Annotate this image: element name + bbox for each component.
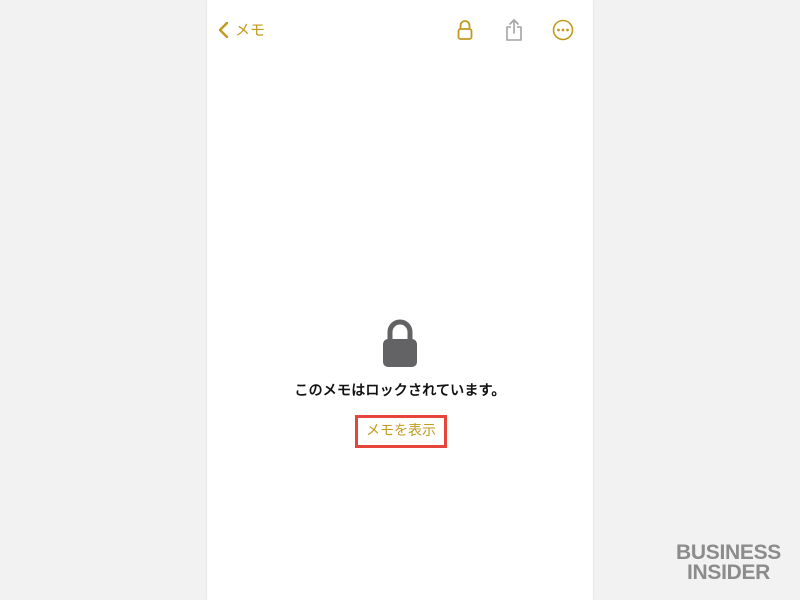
back-button-label: メモ <box>235 21 266 39</box>
share-icon <box>505 18 523 42</box>
lock-icon <box>457 19 473 41</box>
notes-screen: メモ このメモはロックされています。 メモを表示 <box>207 0 593 600</box>
business-insider-watermark: BUSINESS INSIDER <box>676 541 781 584</box>
watermark-line-1: BUSINESS <box>676 541 781 564</box>
more-button[interactable] <box>549 14 577 46</box>
watermark-line-2: INSIDER <box>686 561 771 584</box>
more-icon <box>552 19 574 41</box>
large-lock-icon <box>207 318 593 368</box>
show-note-label: メモを表示 <box>366 422 436 439</box>
navigation-bar: メモ <box>207 0 593 60</box>
locked-message: このメモはロックされています。 <box>294 383 506 399</box>
back-button[interactable]: メモ <box>218 16 265 44</box>
show-note-button[interactable]: メモを表示 <box>355 415 447 448</box>
lock-button[interactable] <box>451 14 479 46</box>
chevron-left-icon <box>218 21 229 39</box>
share-button[interactable] <box>500 14 528 46</box>
locked-note-view: このメモはロックされています。 メモを表示 <box>207 318 593 448</box>
